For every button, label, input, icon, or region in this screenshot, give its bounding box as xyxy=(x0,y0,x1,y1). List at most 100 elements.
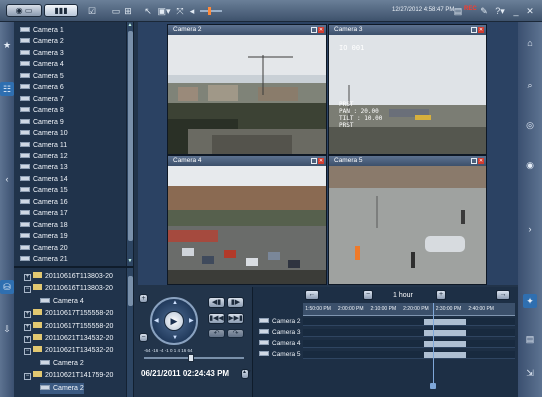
camera-list-item[interactable]: Camera 3 xyxy=(20,48,130,59)
live-mode-button[interactable]: ◉ ▭ xyxy=(6,4,42,17)
recording-segment[interactable] xyxy=(423,319,467,325)
audio-icon[interactable]: ◂ xyxy=(186,5,198,17)
pointer-icon[interactable]: ↖ xyxy=(142,5,154,17)
recordings-icon[interactable]: ⛁ xyxy=(0,280,14,294)
tree-recording-item[interactable]: − 20110621T134532-20 xyxy=(24,345,113,356)
volume-slider-handle[interactable] xyxy=(208,7,211,15)
timeline-track[interactable] xyxy=(303,318,515,326)
fullscreen-icon[interactable]: ⤧ xyxy=(174,5,186,17)
zoom-in-button[interactable]: + xyxy=(436,290,446,300)
ptz-iris-icon[interactable]: ◉ xyxy=(523,158,537,172)
expand-toggle-icon[interactable]: + xyxy=(24,323,31,331)
camera-tree-icon[interactable]: ☷ xyxy=(0,82,14,96)
timeline-ruler[interactable]: 1:50:00 PM 2:00:00 PM 2:10:00 PM 2:20:00 PM… xyxy=(303,303,515,316)
expand-toggle-icon[interactable]: + xyxy=(24,274,31,281)
camera-list-item[interactable]: Camera 2 xyxy=(20,36,130,47)
camera-list-item[interactable]: Camera 18 xyxy=(20,220,130,231)
camera-list-item[interactable]: Camera 8 xyxy=(20,105,130,116)
scroll-down-icon[interactable]: ▼ xyxy=(127,258,133,265)
play-button[interactable]: ▶ xyxy=(164,311,184,331)
camera-list-item[interactable]: Camera 1 xyxy=(20,25,130,36)
timeline-forward-button[interactable]: → xyxy=(496,290,510,300)
tile-close-icon[interactable]: ✕ xyxy=(478,158,484,164)
camera-list-item[interactable]: Camera 17 xyxy=(20,208,130,219)
favorites-star-icon[interactable]: ★ xyxy=(0,38,14,52)
tile-close-icon[interactable]: ✕ xyxy=(318,158,324,164)
camera-list-item[interactable]: Camera 4 xyxy=(20,59,130,70)
collapse-right-icon[interactable]: › xyxy=(523,222,537,236)
checkbox-icon[interactable]: ☑ xyxy=(86,5,98,17)
playback-mode-button[interactable]: ▮▮▮ xyxy=(44,4,78,17)
snapshot-icon[interactable]: ⌂ xyxy=(523,36,537,50)
wrench-icon[interactable]: ✎ xyxy=(478,5,490,17)
export-icon[interactable]: ⇩ xyxy=(0,322,14,336)
tree-recording-item[interactable]: +20110617T155558-20 xyxy=(24,308,113,319)
expand-toggle-icon[interactable]: − xyxy=(24,286,31,294)
recordings-scroll-thumb[interactable] xyxy=(128,276,133,306)
camera-list-item[interactable]: Camera 7 xyxy=(20,94,130,105)
ptz-focus-icon[interactable]: ◎ xyxy=(523,118,537,132)
camera-list-item[interactable]: Camera 21 xyxy=(20,254,130,265)
maximize-icon[interactable] xyxy=(311,158,317,164)
tree-recording-item[interactable]: +20110621T134532-20 xyxy=(24,333,113,344)
speed-slider[interactable] xyxy=(144,354,244,362)
jog-shuttle-dial[interactable]: ▶ ▲ ▼ ◀ ▶ xyxy=(150,297,198,345)
tree-recording-item[interactable]: +20110617T155558-20 xyxy=(24,321,113,332)
dial-down-arrow-icon[interactable]: ▼ xyxy=(172,335,178,341)
maximize-icon[interactable] xyxy=(471,27,477,33)
camera-list-item[interactable]: Camera 20 xyxy=(20,243,130,254)
collapse-left-icon[interactable]: ‹ xyxy=(0,172,14,186)
camera-list-item[interactable]: Camera 16 xyxy=(20,197,130,208)
camera-list-scroll-thumb[interactable] xyxy=(128,31,133,241)
camera-list-item[interactable]: Camera 14 xyxy=(20,174,130,185)
tree-camera-item[interactable]: Camera 4 xyxy=(40,296,84,307)
speed-down-button[interactable]: − xyxy=(139,333,148,342)
redo-button[interactable]: ↷ xyxy=(227,329,244,338)
tree-camera-item[interactable]: Camera 2 xyxy=(40,358,84,369)
video-tile-camera-3[interactable]: Camera 3 ✕ IO 001 PRST PAN : 20.00 TILT … xyxy=(328,24,487,155)
recordings-tree-scrollbar[interactable] xyxy=(126,268,133,397)
camera-list-item[interactable]: Camera 13 xyxy=(20,162,130,173)
tree-recording-item[interactable]: − 20110616T113803-20 xyxy=(24,283,113,294)
playback-datetime[interactable]: 06/21/2011 02:24:43 PM xyxy=(141,369,229,378)
undo-button[interactable]: ↶ xyxy=(208,329,225,338)
volume-slider[interactable] xyxy=(200,7,222,15)
camera-list-item[interactable]: Camera 6 xyxy=(20,82,130,93)
camera-list-scrollbar[interactable]: ▲ ▼ xyxy=(126,22,133,266)
tile-close-icon[interactable]: ✕ xyxy=(478,27,484,33)
speed-up-button[interactable]: + xyxy=(139,294,148,303)
maximize-icon[interactable] xyxy=(311,27,317,33)
camera-list-item[interactable]: Camera 5 xyxy=(20,71,130,82)
minimize-icon[interactable]: _ xyxy=(510,5,522,17)
tile-close-icon[interactable]: ✕ xyxy=(318,27,324,33)
camera-list-item[interactable]: Camera 15 xyxy=(20,185,130,196)
camera-list-item[interactable]: Camera 19 xyxy=(20,231,130,242)
tree-recording-item[interactable]: − 20110621T141759-20 xyxy=(24,370,113,381)
previous-event-button[interactable]: ▮◀◀ xyxy=(208,313,225,324)
video-tile-camera-2[interactable]: Camera 2 ✕ xyxy=(167,24,327,155)
help-icon[interactable]: ?▾ xyxy=(492,5,508,17)
step-forward-button[interactable]: ▮▶ xyxy=(227,297,244,308)
expand-toggle-icon[interactable]: + xyxy=(24,311,31,319)
monitor-icon[interactable]: ▤ xyxy=(452,5,464,17)
camera-list-item[interactable]: Camera 9 xyxy=(20,117,130,128)
camera-list-item[interactable]: Camera 10 xyxy=(20,128,130,139)
single-layout-icon[interactable]: ▭ xyxy=(110,5,122,17)
camera-list-item[interactable]: Camera 11 xyxy=(20,140,130,151)
datetime-spinner[interactable]: ▲▼ xyxy=(241,369,252,379)
next-event-button[interactable]: ▶▶▮ xyxy=(227,313,244,324)
close-icon[interactable]: ✕ xyxy=(524,5,536,17)
step-back-button[interactable]: ◀▮ xyxy=(208,297,225,308)
quad-layout-icon[interactable]: ⊞ xyxy=(122,5,134,17)
tree-recording-item[interactable]: +20110616T113803-20 xyxy=(24,271,113,282)
recording-segment[interactable] xyxy=(423,330,467,336)
timeline-track[interactable] xyxy=(303,340,515,348)
camera-list-item[interactable]: Camera 12 xyxy=(20,151,130,162)
export-panel-icon[interactable]: ⇲ xyxy=(523,366,537,380)
dial-up-arrow-icon[interactable]: ▲ xyxy=(172,300,178,306)
dial-right-arrow-icon[interactable]: ▶ xyxy=(189,317,194,324)
timeline-cursor[interactable] xyxy=(432,303,434,385)
timeline-cursor-handle[interactable] xyxy=(429,383,436,389)
maximize-icon[interactable] xyxy=(471,158,477,164)
timeline-back-button[interactable]: ← xyxy=(305,290,319,300)
